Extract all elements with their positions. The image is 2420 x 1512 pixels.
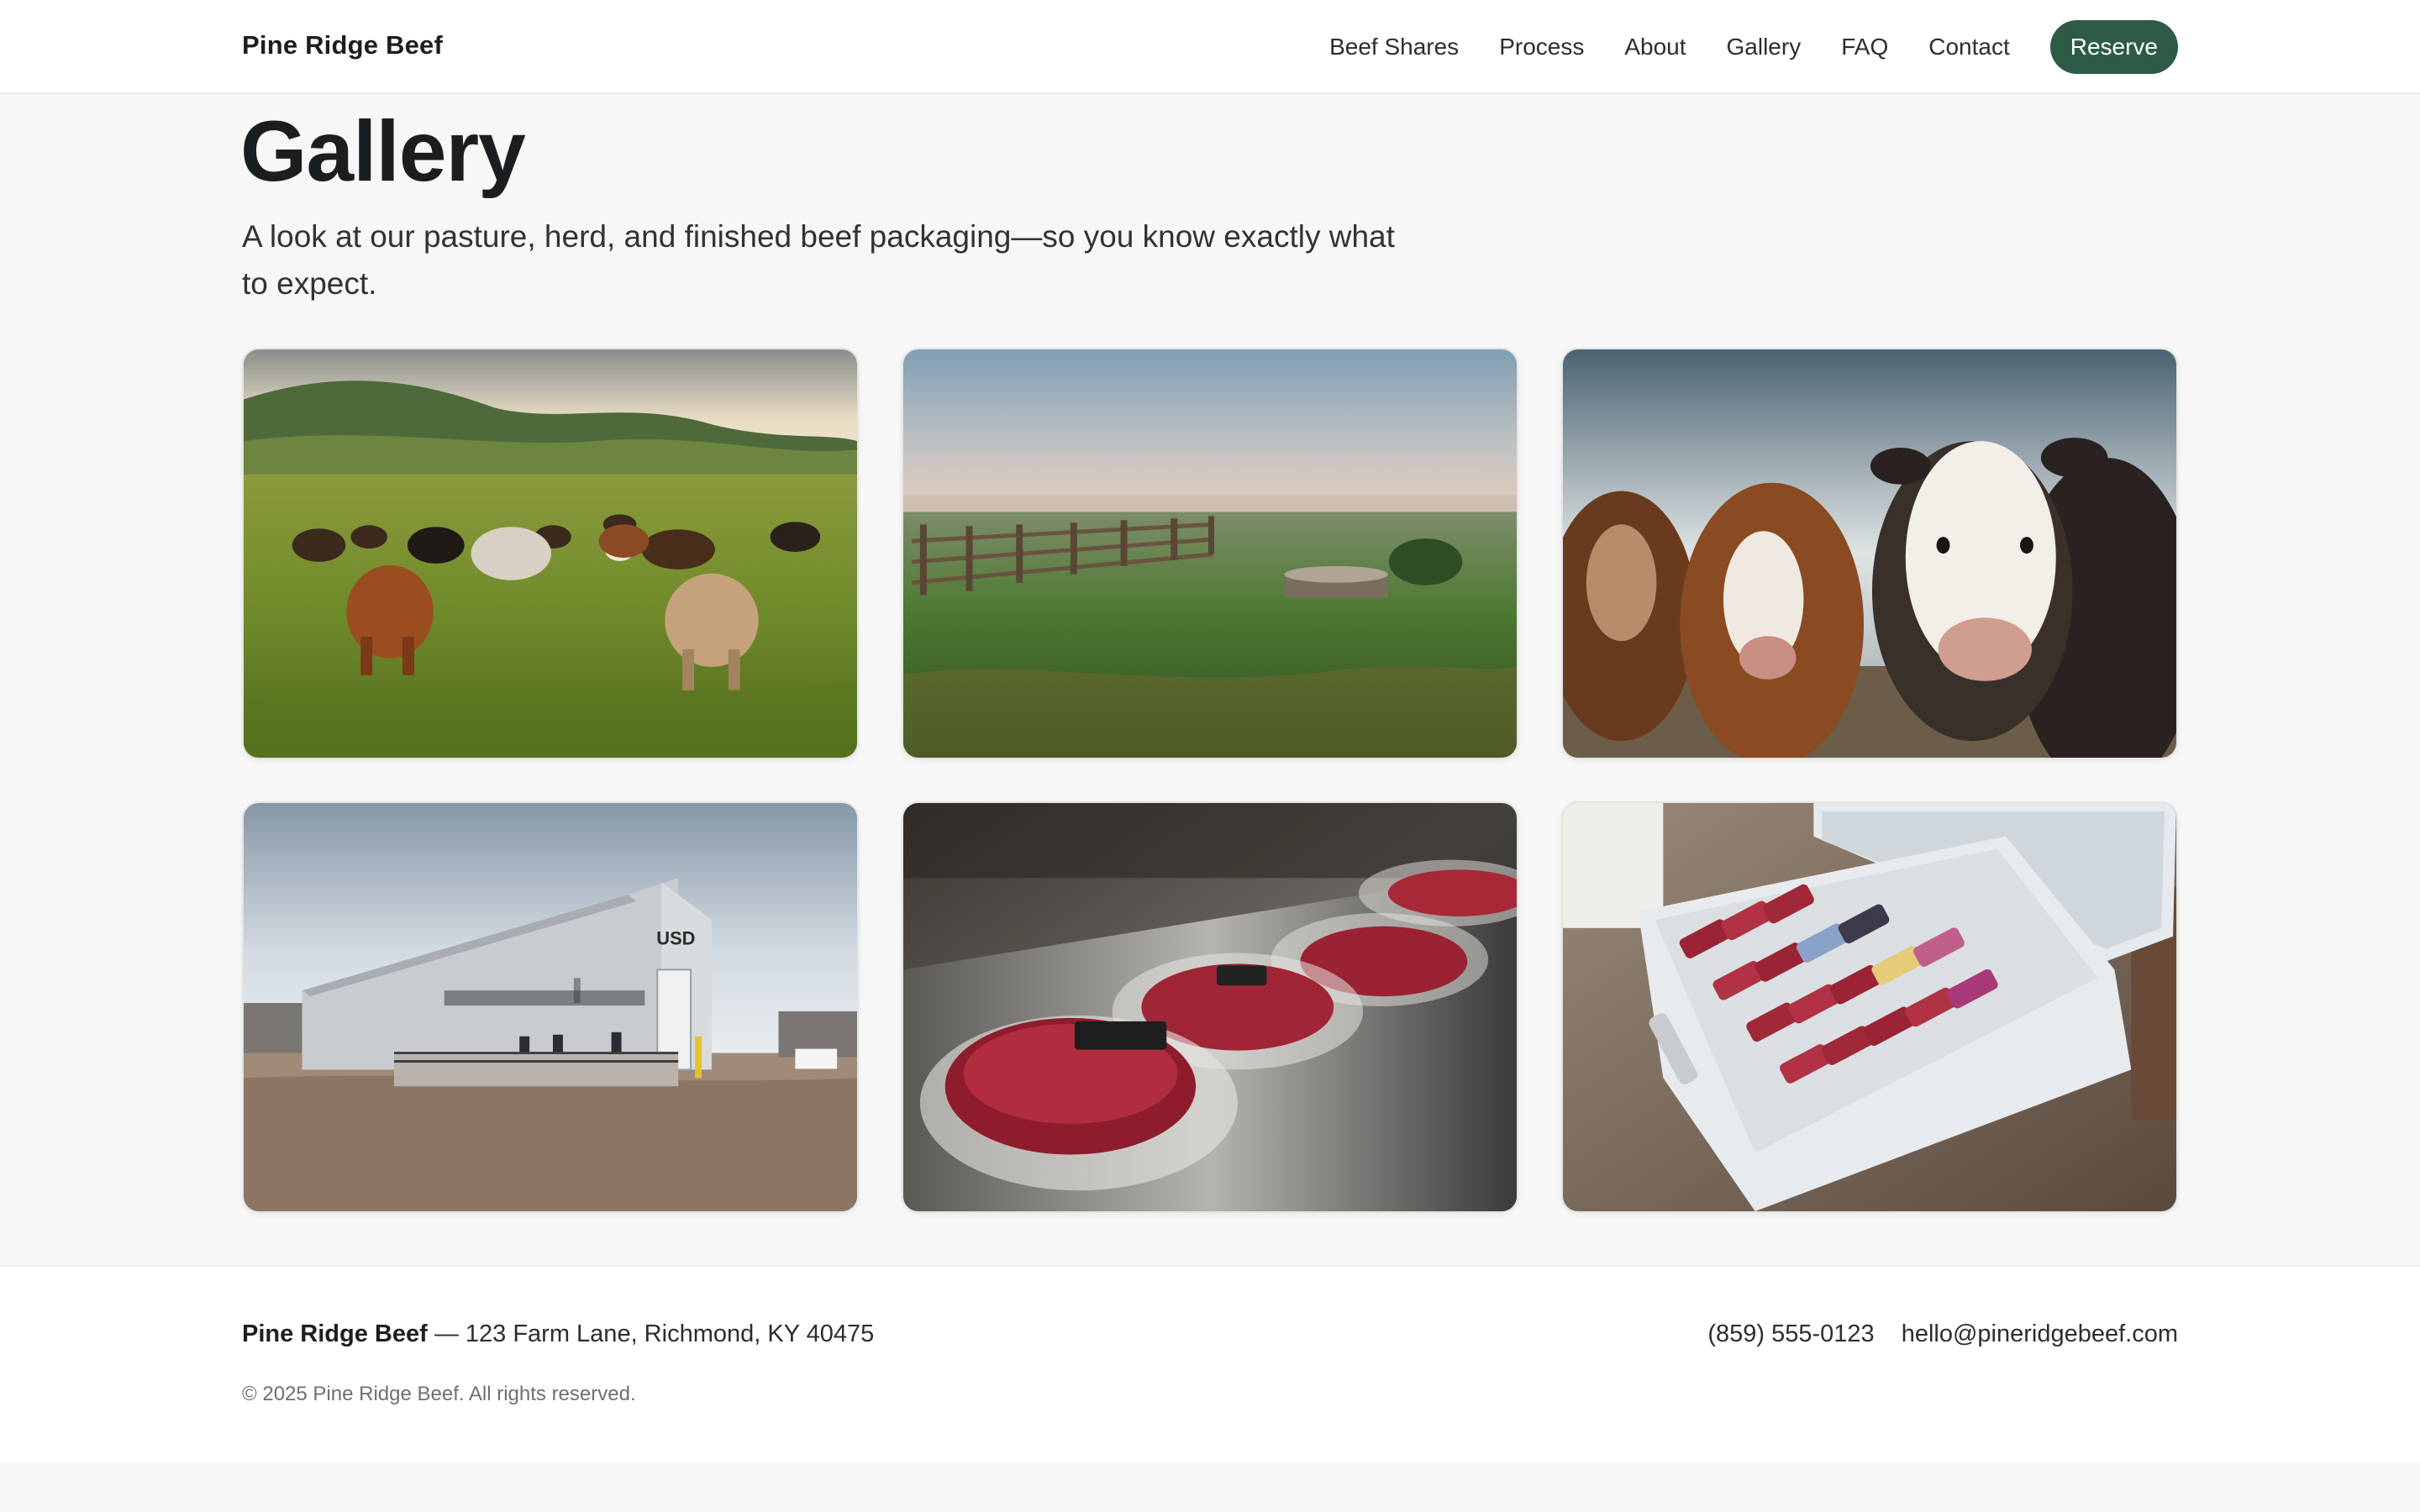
- page-subtitle: A look at our pasture, herd, and finishe…: [242, 219, 1395, 301]
- footer-brand: Pine Ridge Beef: [242, 1320, 428, 1347]
- nav-faq[interactable]: FAQ: [1841, 34, 1888, 60]
- nav-gallery[interactable]: Gallery: [1727, 34, 1802, 60]
- footer-contact: (859) 555-0123 hello@pineridgebeef.com: [1707, 1320, 2178, 1348]
- nav-about[interactable]: About: [1624, 34, 1686, 60]
- footer-address-line: Pine Ridge Beef — 123 Farm Lane, Richmon…: [242, 1320, 874, 1348]
- processing-facility-photo[interactable]: USD: [242, 801, 859, 1213]
- site-footer: Pine Ridge Beef — 123 Farm Lane, Richmon…: [0, 1265, 2420, 1462]
- facility-sign: USD: [656, 928, 695, 949]
- phone-link[interactable]: (859) 555-0123: [1707, 1320, 1874, 1348]
- nav-contact[interactable]: Contact: [1928, 34, 2010, 60]
- site-header: Pine Ridge Beef Beef Shares Process Abou…: [0, 0, 2420, 94]
- photo-gallery: USD: [242, 348, 2178, 1215]
- reserve-button[interactable]: Reserve: [2049, 20, 2178, 74]
- page: Pine Ridge Beef Beef Shares Process Abou…: [0, 0, 2420, 1512]
- copyright-notice: © 2025 Pine Ridge Beef. All rights reser…: [242, 1383, 636, 1405]
- nav-process[interactable]: Process: [1499, 34, 1584, 60]
- vacuum-sealed-steaks-photo[interactable]: [902, 801, 1518, 1213]
- misty-pasture-fence-photo[interactable]: [902, 348, 1518, 759]
- page-title: Gallery: [240, 103, 526, 199]
- nav-beef-shares[interactable]: Beef Shares: [1329, 34, 1459, 60]
- footer-address: — 123 Farm Lane, Richmond, KY 40475: [427, 1320, 875, 1347]
- cattle-closeup-photo[interactable]: [1561, 348, 2178, 759]
- cattle-grazing-pasture-photo[interactable]: [242, 348, 859, 759]
- main-nav: Beef Shares Process About Gallery FAQ Co…: [1329, 20, 2178, 74]
- email-link[interactable]: hello@pineridgebeef.com: [1902, 1320, 2178, 1348]
- brand-logo[interactable]: Pine Ridge Beef: [242, 30, 443, 60]
- chest-freezer-beef-photo[interactable]: [1561, 801, 2178, 1213]
